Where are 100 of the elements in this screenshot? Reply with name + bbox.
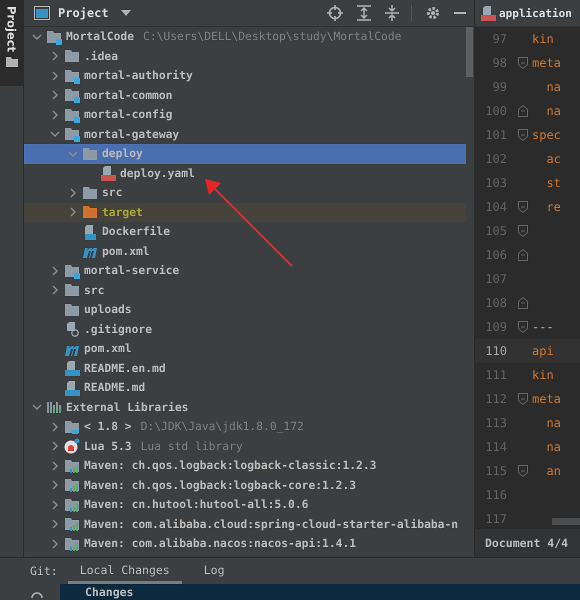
fold-icon[interactable] (518, 321, 528, 333)
docker-file-icon (82, 224, 98, 240)
scrollbar[interactable] (466, 27, 473, 77)
folder-icon (82, 146, 98, 162)
chevron-icon[interactable] (50, 285, 60, 296)
chevron-icon[interactable] (50, 538, 60, 549)
tree-item[interactable]: Maven: ch.qos.logback:logback-classic:1.2.3 (24, 456, 466, 476)
settings-icon[interactable] (426, 6, 440, 20)
line-number: 104 (484, 200, 508, 214)
chevron-icon[interactable] (32, 32, 42, 42)
chevron-icon[interactable] (50, 422, 60, 432)
fold-icon[interactable] (518, 465, 528, 477)
code-text: na (545, 440, 561, 454)
tree-item[interactable]: uploads (24, 300, 466, 320)
project-view-dropdown[interactable]: Project (58, 6, 131, 20)
fold-icon[interactable] (518, 297, 528, 309)
lua-icon (64, 438, 80, 454)
fold-icon[interactable] (518, 249, 528, 261)
tree-item[interactable]: mortal-gateway (24, 124, 466, 144)
libraries-icon (46, 399, 62, 416)
tree-item[interactable]: Maven: com.alibaba.nacos:nacos-api:1.4.1 (24, 534, 466, 554)
fold-icon[interactable] (518, 201, 528, 213)
line-number: 113 (484, 416, 508, 430)
chevron-icon[interactable] (50, 441, 60, 452)
scrollbar[interactable] (552, 518, 580, 525)
chevron-icon[interactable] (50, 519, 60, 530)
path-hint: D:\JDK\Java\jdk1.8.0_172 (140, 420, 304, 434)
tree-item[interactable]: Lua 5.3 Lua std library (24, 436, 466, 456)
chevron-icon[interactable] (32, 402, 42, 412)
collapse-all-icon[interactable] (385, 5, 399, 21)
folder-icon (64, 302, 80, 318)
tree-item[interactable]: mortal-service (24, 261, 466, 280)
tree-item[interactable]: < 1.8 > D:\JDK\Java\jdk1.8.0_172 (24, 417, 466, 436)
tree-item[interactable]: pom.xml (24, 339, 466, 358)
tree-item[interactable]: deploy.yaml (24, 164, 466, 183)
chevron-icon[interactable] (68, 188, 78, 198)
code-text: spec (532, 128, 561, 142)
locate-icon[interactable] (327, 5, 343, 21)
chevron-icon[interactable] (50, 500, 60, 510)
chevron-icon[interactable] (50, 110, 60, 120)
chevron-icon[interactable] (50, 90, 60, 100)
code-text: na (545, 104, 561, 118)
library-icon (64, 536, 80, 552)
line-number: 116 (484, 488, 508, 502)
tree-item[interactable]: README.md (24, 378, 466, 398)
chevron-icon[interactable] (50, 70, 60, 81)
code-text: api (532, 344, 554, 358)
code-text: ac (545, 152, 561, 166)
code-text: na (545, 416, 561, 430)
tree-item[interactable]: src (24, 280, 466, 300)
folder-icon (82, 184, 98, 201)
tree-item[interactable]: External Libraries (24, 398, 466, 417)
line-number: 105 (484, 224, 508, 238)
line-number: 108 (484, 296, 508, 310)
tree-item[interactable]: Maven: cn.hutool:hutool-all:5.0.6 (24, 495, 466, 514)
line-number: 101 (484, 128, 508, 142)
tree-item[interactable]: pom.xml (24, 242, 466, 261)
tree-item[interactable]: mortal-common (24, 86, 466, 105)
fold-icon[interactable] (518, 129, 528, 141)
line-number: 107 (484, 272, 508, 286)
expand-all-icon[interactable] (357, 5, 371, 21)
tree-item[interactable]: mortal-authority (24, 66, 466, 86)
chevron-icon[interactable] (50, 51, 60, 62)
tree-item[interactable]: Maven: ch.qos.logback:logback-core:1.2.3 (24, 476, 466, 495)
line-number: 112 (484, 392, 508, 406)
fold-icon[interactable] (518, 57, 528, 69)
refresh-icon[interactable] (30, 590, 44, 598)
code-text: --- (532, 320, 554, 334)
tree-item[interactable]: src (24, 183, 466, 202)
fold-icon[interactable] (518, 393, 528, 405)
chevron-icon[interactable] (50, 480, 60, 490)
folder-icon (64, 282, 80, 298)
tree-item[interactable]: mortal-config (24, 105, 466, 124)
chevron-icon[interactable] (50, 266, 60, 276)
module-folder-icon (64, 68, 80, 84)
panel-tab[interactable]: Log (192, 558, 236, 584)
tree-item[interactable]: target (24, 202, 466, 222)
tree-item[interactable]: .idea (24, 46, 466, 66)
chevron-icon[interactable] (50, 129, 60, 140)
tree-item[interactable]: Maven: com.alibaba.cloud:spring-cloud-starter-alibaba-n (24, 514, 466, 534)
module-folder-icon (64, 87, 80, 104)
module-folder-icon (64, 106, 80, 123)
line-number: 98 (492, 56, 508, 70)
fold-icon[interactable] (518, 225, 528, 237)
folder-icon (82, 204, 98, 220)
tree-item[interactable]: MortalCode C:\Users\DELL\Desktop\study\MortalCode (24, 27, 466, 46)
code-text: an (545, 464, 561, 478)
tree-item[interactable]: .gitignore (24, 320, 466, 339)
changes-row[interactable]: Changes (60, 584, 580, 600)
line-number: 115 (484, 464, 508, 478)
chevron-icon[interactable] (50, 460, 60, 471)
code-text: na (545, 80, 561, 94)
tree-item[interactable]: Dockerfile (24, 222, 466, 242)
tab-label: application (499, 6, 572, 20)
project-tool-tab[interactable]: Project (0, 0, 23, 86)
fold-icon[interactable] (518, 105, 528, 117)
chevron-icon[interactable] (68, 207, 78, 218)
line-number: 111 (484, 368, 508, 382)
library-icon (64, 496, 80, 513)
tree-item[interactable]: README.en.md (24, 358, 466, 378)
